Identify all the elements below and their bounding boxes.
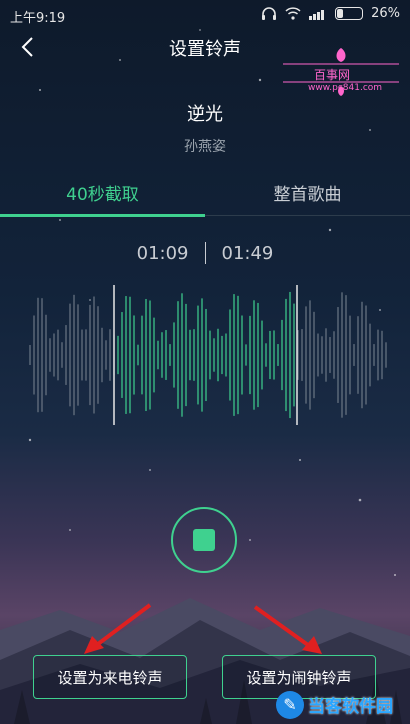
- song-title: 逆光: [187, 104, 223, 125]
- battery-icon: [335, 7, 364, 20]
- headphone-icon: [262, 6, 277, 20]
- tab-full-song[interactable]: 整首歌曲: [205, 168, 410, 216]
- watermark-top: 百事网 www.pc841.com: [278, 42, 404, 98]
- watermark-top-text: 百事网: [314, 68, 351, 82]
- stop-icon: [193, 529, 215, 551]
- clip-end-time: 01:49: [221, 242, 274, 264]
- battery-percent: 26%: [371, 6, 400, 21]
- song-artist: 孙燕姿: [184, 139, 226, 155]
- tab-40s-clip[interactable]: 40秒截取: [0, 168, 205, 216]
- waveform[interactable]: [0, 280, 410, 430]
- status-time: 上午9:19: [10, 11, 66, 26]
- watermark-top-url: www.pc841.com: [308, 83, 383, 93]
- status-bar: 上午9:19 26%: [0, 0, 410, 30]
- watermark-bottom: ✎ 当客软件园: [276, 685, 410, 724]
- time-separator: [204, 242, 206, 264]
- clip-range: 01:09 01:49: [0, 242, 410, 264]
- signal-icon: [309, 9, 325, 20]
- set-ringtone-button[interactable]: 设置为来电铃声: [33, 655, 187, 699]
- clip-start-time: 01:09: [136, 242, 189, 264]
- watermark-bottom-text: 当客软件园: [308, 697, 393, 717]
- tab-bar: 40秒截取 整首歌曲: [0, 168, 410, 216]
- tab-active-indicator: [0, 214, 205, 217]
- watermark-logo-icon: ✎: [276, 690, 304, 719]
- wifi-icon: [285, 7, 301, 20]
